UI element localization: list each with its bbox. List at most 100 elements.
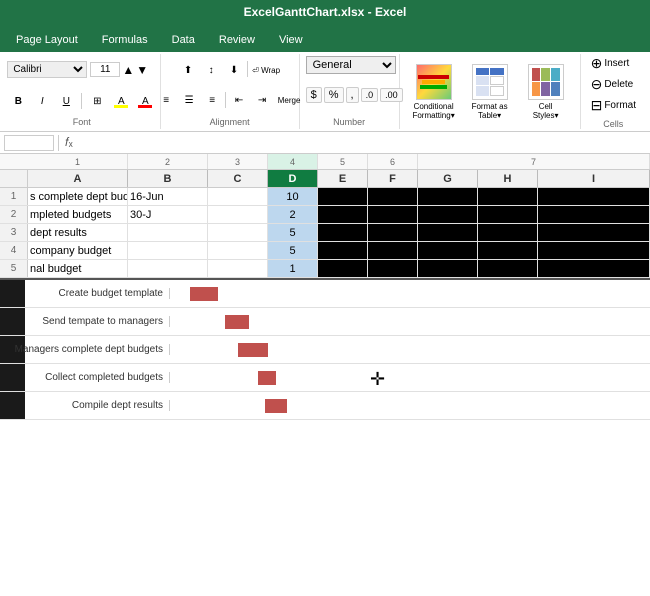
gantt-chart-1[interactable]	[170, 280, 650, 307]
ribbon-content: Calibri ▲ ▼ B I U ⊞ A A	[0, 52, 650, 132]
delete-button[interactable]: ⊖ Delete	[587, 75, 640, 94]
border-button[interactable]: ⊞	[86, 92, 108, 110]
cell-d2[interactable]: 2	[268, 206, 318, 223]
col-header-f[interactable]: F	[368, 170, 418, 187]
cell-b4[interactable]	[128, 242, 208, 259]
cell-f1[interactable]	[368, 188, 418, 205]
cell-a4[interactable]: company budget	[28, 242, 128, 259]
cell-c3[interactable]	[208, 224, 268, 241]
decimal-decrease-button[interactable]: .0	[361, 88, 379, 102]
tab-view[interactable]: View	[267, 28, 315, 52]
align-middle-button[interactable]: ↕	[200, 61, 222, 79]
function-icon[interactable]: 𝑓ₓ	[63, 135, 75, 150]
cell-g2[interactable]	[418, 206, 478, 223]
tab-page-layout[interactable]: Page Layout	[4, 28, 90, 52]
col-header-b[interactable]: B	[128, 170, 208, 187]
tab-data[interactable]: Data	[160, 28, 207, 52]
cell-e5[interactable]	[318, 260, 368, 277]
percent-button[interactable]: %	[324, 87, 344, 103]
cell-h3[interactable]	[478, 224, 538, 241]
font-size-down[interactable]: ▼	[136, 63, 148, 77]
comma-button[interactable]: ,	[346, 87, 359, 103]
gantt-chart-3[interactable]	[170, 336, 650, 363]
cell-d5[interactable]: 1	[268, 260, 318, 277]
align-right-button[interactable]: ≡	[201, 92, 223, 110]
font-size-up[interactable]: ▲	[122, 63, 134, 77]
indent-left-button[interactable]: ⇤	[228, 92, 250, 110]
indent-right-button[interactable]: ⇥	[251, 92, 273, 110]
tab-formulas[interactable]: Formulas	[90, 28, 160, 52]
cell-b1[interactable]: 16-Jun	[128, 188, 208, 205]
number-format-select[interactable]: General	[306, 56, 396, 74]
cell-c5[interactable]	[208, 260, 268, 277]
currency-button[interactable]: $	[306, 87, 322, 103]
italic-button[interactable]: I	[31, 92, 53, 110]
cell-i3[interactable]	[538, 224, 650, 241]
font-size-input[interactable]	[90, 62, 120, 77]
tab-review[interactable]: Review	[207, 28, 267, 52]
format-as-table-button[interactable]: Format asTable▾	[464, 62, 516, 122]
cell-f4[interactable]	[368, 242, 418, 259]
cell-c1[interactable]	[208, 188, 268, 205]
col-header-g[interactable]: G	[418, 170, 478, 187]
fill-color-button[interactable]: A	[110, 92, 132, 110]
gantt-chart-4[interactable]: ✛	[170, 364, 650, 391]
cell-g5[interactable]	[418, 260, 478, 277]
gantt-row-2: Send tempate to managers	[0, 308, 650, 336]
cell-i4[interactable]	[538, 242, 650, 259]
cell-h5[interactable]	[478, 260, 538, 277]
cell-g3[interactable]	[418, 224, 478, 241]
underline-button[interactable]: U	[55, 92, 77, 110]
cell-a1[interactable]: s complete dept budge	[28, 188, 128, 205]
bold-button[interactable]: B	[7, 92, 29, 110]
cell-e4[interactable]	[318, 242, 368, 259]
cell-d1[interactable]: 10	[268, 188, 318, 205]
cell-i2[interactable]	[538, 206, 650, 223]
cell-f5[interactable]	[368, 260, 418, 277]
cell-d4[interactable]: 5	[268, 242, 318, 259]
cell-f3[interactable]	[368, 224, 418, 241]
align-bottom-button[interactable]: ⬇	[223, 61, 245, 79]
cell-g1[interactable]	[418, 188, 478, 205]
cell-c4[interactable]	[208, 242, 268, 259]
cell-c2[interactable]	[208, 206, 268, 223]
wrap-text-button[interactable]: ⏎ Wrap	[250, 61, 282, 79]
col-header-i[interactable]: I	[538, 170, 650, 187]
cell-b5[interactable]	[128, 260, 208, 277]
format-button[interactable]: ⊟ Format	[587, 96, 640, 115]
cell-e1[interactable]	[318, 188, 368, 205]
align-center-button[interactable]: ☰	[178, 92, 200, 110]
col-header-h[interactable]: H	[478, 170, 538, 187]
cell-a3[interactable]: dept results	[28, 224, 128, 241]
cell-a5[interactable]: nal budget	[28, 260, 128, 277]
cell-reference-input[interactable]	[4, 135, 54, 151]
cell-b3[interactable]	[128, 224, 208, 241]
cell-e3[interactable]	[318, 224, 368, 241]
cell-f2[interactable]	[368, 206, 418, 223]
cell-h2[interactable]	[478, 206, 538, 223]
gantt-chart-2[interactable]	[170, 308, 650, 335]
font-color-button[interactable]: A	[134, 92, 156, 110]
cell-e2[interactable]	[318, 206, 368, 223]
font-name-select[interactable]: Calibri	[7, 61, 87, 78]
formula-input[interactable]	[79, 137, 646, 149]
cell-h1[interactable]	[478, 188, 538, 205]
cell-i1[interactable]	[538, 188, 650, 205]
cell-d3[interactable]: 5	[268, 224, 318, 241]
insert-button[interactable]: ⊕ Insert	[587, 54, 640, 73]
gantt-chart-5[interactable]	[170, 392, 650, 419]
col-header-a[interactable]: A	[28, 170, 128, 187]
align-left-button[interactable]: ≡	[155, 92, 177, 110]
alignment-group-items: ⬆ ↕ ⬇ ⏎ Wrap ≡ ☰ ≡ ⇤ ⇥ Merge	[155, 56, 304, 115]
align-top-button[interactable]: ⬆	[177, 61, 199, 79]
cell-a2[interactable]: mpleted budgets	[28, 206, 128, 223]
col-header-e[interactable]: E	[318, 170, 368, 187]
cell-b2[interactable]: 30-J	[128, 206, 208, 223]
col-header-c[interactable]: C	[208, 170, 268, 187]
conditional-formatting-button[interactable]: ConditionalFormatting▾	[408, 62, 460, 122]
cell-i5[interactable]	[538, 260, 650, 277]
cell-g4[interactable]	[418, 242, 478, 259]
col-header-d[interactable]: D	[268, 170, 318, 187]
cell-styles-button[interactable]: CellStyles▾	[520, 62, 572, 122]
cell-h4[interactable]	[478, 242, 538, 259]
